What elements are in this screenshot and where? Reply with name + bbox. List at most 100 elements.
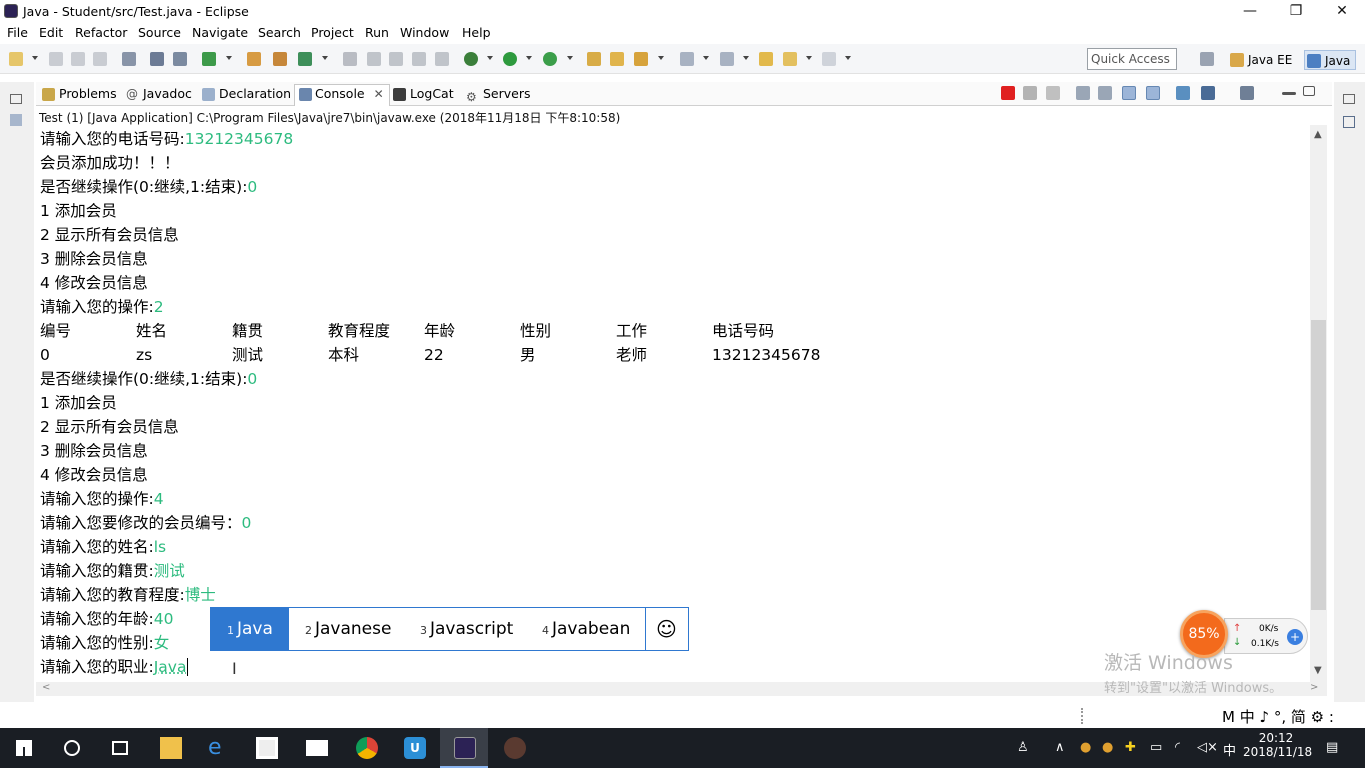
console-output[interactable]: 请输入您的电话号码:13212345678 会员添加成功！！！ 是否继续操作(0… [36,125,1310,683]
prev-annotation-icon[interactable] [720,52,734,66]
back-icon[interactable] [783,52,797,66]
pencil-icon[interactable] [367,52,381,66]
save-icon[interactable] [49,52,63,66]
new-icon[interactable] [9,52,23,66]
people-icon[interactable]: ♙ [1017,740,1029,755]
emoji-icon[interactable]: ☺ [656,608,677,650]
paragraph-icon[interactable] [435,52,449,66]
battery-icon[interactable]: ▭ [1150,740,1162,755]
remove-all-icon[interactable] [1046,86,1060,100]
tray-plus-icon[interactable]: ✚ [1125,740,1136,755]
menu-project[interactable]: Project [311,25,354,40]
skip-breakpoints-icon[interactable] [122,52,136,66]
qq2-icon[interactable]: ● [1102,740,1113,755]
avatar-app-button[interactable] [490,728,538,768]
mail-button[interactable] [292,728,340,768]
show-stderr-icon[interactable] [1146,86,1160,100]
close-tab-icon[interactable]: ✕ [374,85,384,103]
clock[interactable]: 20:12 2018/11/18 [1243,731,1312,759]
notifications-icon[interactable]: ▤ [1326,740,1338,755]
chrome-button[interactable] [342,728,390,768]
tab-problems[interactable]: Problems [42,85,117,105]
show-stdout-icon[interactable] [1122,86,1136,100]
perspective-java[interactable]: Java [1304,50,1356,70]
menu-refactor[interactable]: Refactor [75,25,127,40]
search-icon[interactable] [634,52,648,66]
qq-icon[interactable]: ● [1080,740,1091,755]
block-icon[interactable] [412,52,426,66]
tab-console[interactable]: Console ✕ [294,84,390,106]
scroll-up-icon[interactable]: ▲ [1314,129,1322,140]
minimize-button[interactable]: — [1227,0,1273,22]
eclipse-taskbar-button[interactable] [440,728,488,768]
chevron-up-icon[interactable]: ∧ [1055,740,1065,755]
tab-declaration[interactable]: Declaration [202,85,291,105]
scroll-right-icon[interactable]: > [1310,682,1318,693]
new-class-icon[interactable] [298,52,312,66]
new-java-project-icon[interactable] [247,52,261,66]
search-button[interactable] [48,728,96,768]
open-perspective-icon[interactable] [1200,52,1214,66]
menu-file[interactable]: File [7,25,28,40]
ime-candidate[interactable]: 4 Javabean [542,608,630,650]
server-icon[interactable] [173,52,187,66]
close-button[interactable]: ✕ [1319,0,1365,22]
minimize-view-icon[interactable] [1282,92,1296,95]
ime-candidate[interactable]: 1 Java [211,608,289,650]
save-all-icon[interactable] [71,52,85,66]
package-explorer-icon[interactable] [10,114,22,126]
menu-help[interactable]: Help [462,25,491,40]
print-icon[interactable] [93,52,107,66]
checkbox-icon[interactable] [202,52,216,66]
scroll-left-icon[interactable]: < [42,682,50,693]
open-folder-icon[interactable] [610,52,624,66]
outline-icon[interactable] [1343,116,1355,128]
download-icon[interactable] [150,52,164,66]
menu-window[interactable]: Window [400,25,449,40]
menu-search[interactable]: Search [258,25,301,40]
app-u-button[interactable]: U [390,728,438,768]
tab-servers[interactable]: ⚙ Servers [466,85,531,105]
menu-run[interactable]: Run [365,25,389,40]
input-lang[interactable]: 中 [1223,740,1236,759]
remove-launch-icon[interactable] [1023,86,1037,100]
start-button[interactable] [0,728,48,768]
console-input-line[interactable]: 请输入您的职业:Java [40,655,189,679]
annotation-icon[interactable] [680,52,694,66]
run-external-icon[interactable] [543,52,557,66]
menu-edit[interactable]: Edit [39,25,63,40]
last-edit-icon[interactable] [759,52,773,66]
new-package-icon[interactable] [273,52,287,66]
restore-view-right-icon[interactable] [1343,94,1355,104]
scroll-lock-icon[interactable] [1098,86,1112,100]
quick-access-input[interactable]: Quick Access [1087,48,1177,70]
debug-icon[interactable] [464,52,478,66]
open-type-icon[interactable] [587,52,601,66]
task-view-button[interactable] [96,728,144,768]
plus-icon[interactable]: + [1287,629,1303,645]
restore-view-icon[interactable] [10,94,22,104]
menu-navigate[interactable]: Navigate [192,25,248,40]
format-icon[interactable] [389,52,403,66]
scrollbar-thumb[interactable] [1311,320,1326,610]
run-icon[interactable] [503,52,517,66]
store-button[interactable] [242,728,290,768]
file-explorer-button[interactable] [146,728,194,768]
ime-candidate[interactable]: 2 Javanese [305,608,391,650]
volume-icon[interactable]: ◁× [1197,740,1218,755]
restore-button[interactable]: ❐ [1273,0,1319,22]
perspective-java-ee[interactable]: Java EE [1228,50,1298,70]
clear-console-icon[interactable] [1076,86,1090,100]
ime-toolbar[interactable]: M 中 ♪ °, 简 ⚙ : [1222,706,1365,728]
toggle-mark-icon[interactable] [343,52,357,66]
tab-javadoc[interactable]: @ Javadoc [126,85,192,105]
tab-logcat[interactable]: LogCat [393,85,454,105]
display-console-icon[interactable] [1201,86,1215,100]
pin-console-icon[interactable] [1176,86,1190,100]
open-console-icon[interactable] [1240,86,1254,100]
edge-button[interactable]: e [194,728,242,768]
maximize-view-icon[interactable] [1303,86,1315,96]
ime-candidate[interactable]: 3 Javascript [420,608,513,650]
menu-source[interactable]: Source [138,25,181,40]
wifi-icon[interactable]: ◜ [1175,740,1180,755]
